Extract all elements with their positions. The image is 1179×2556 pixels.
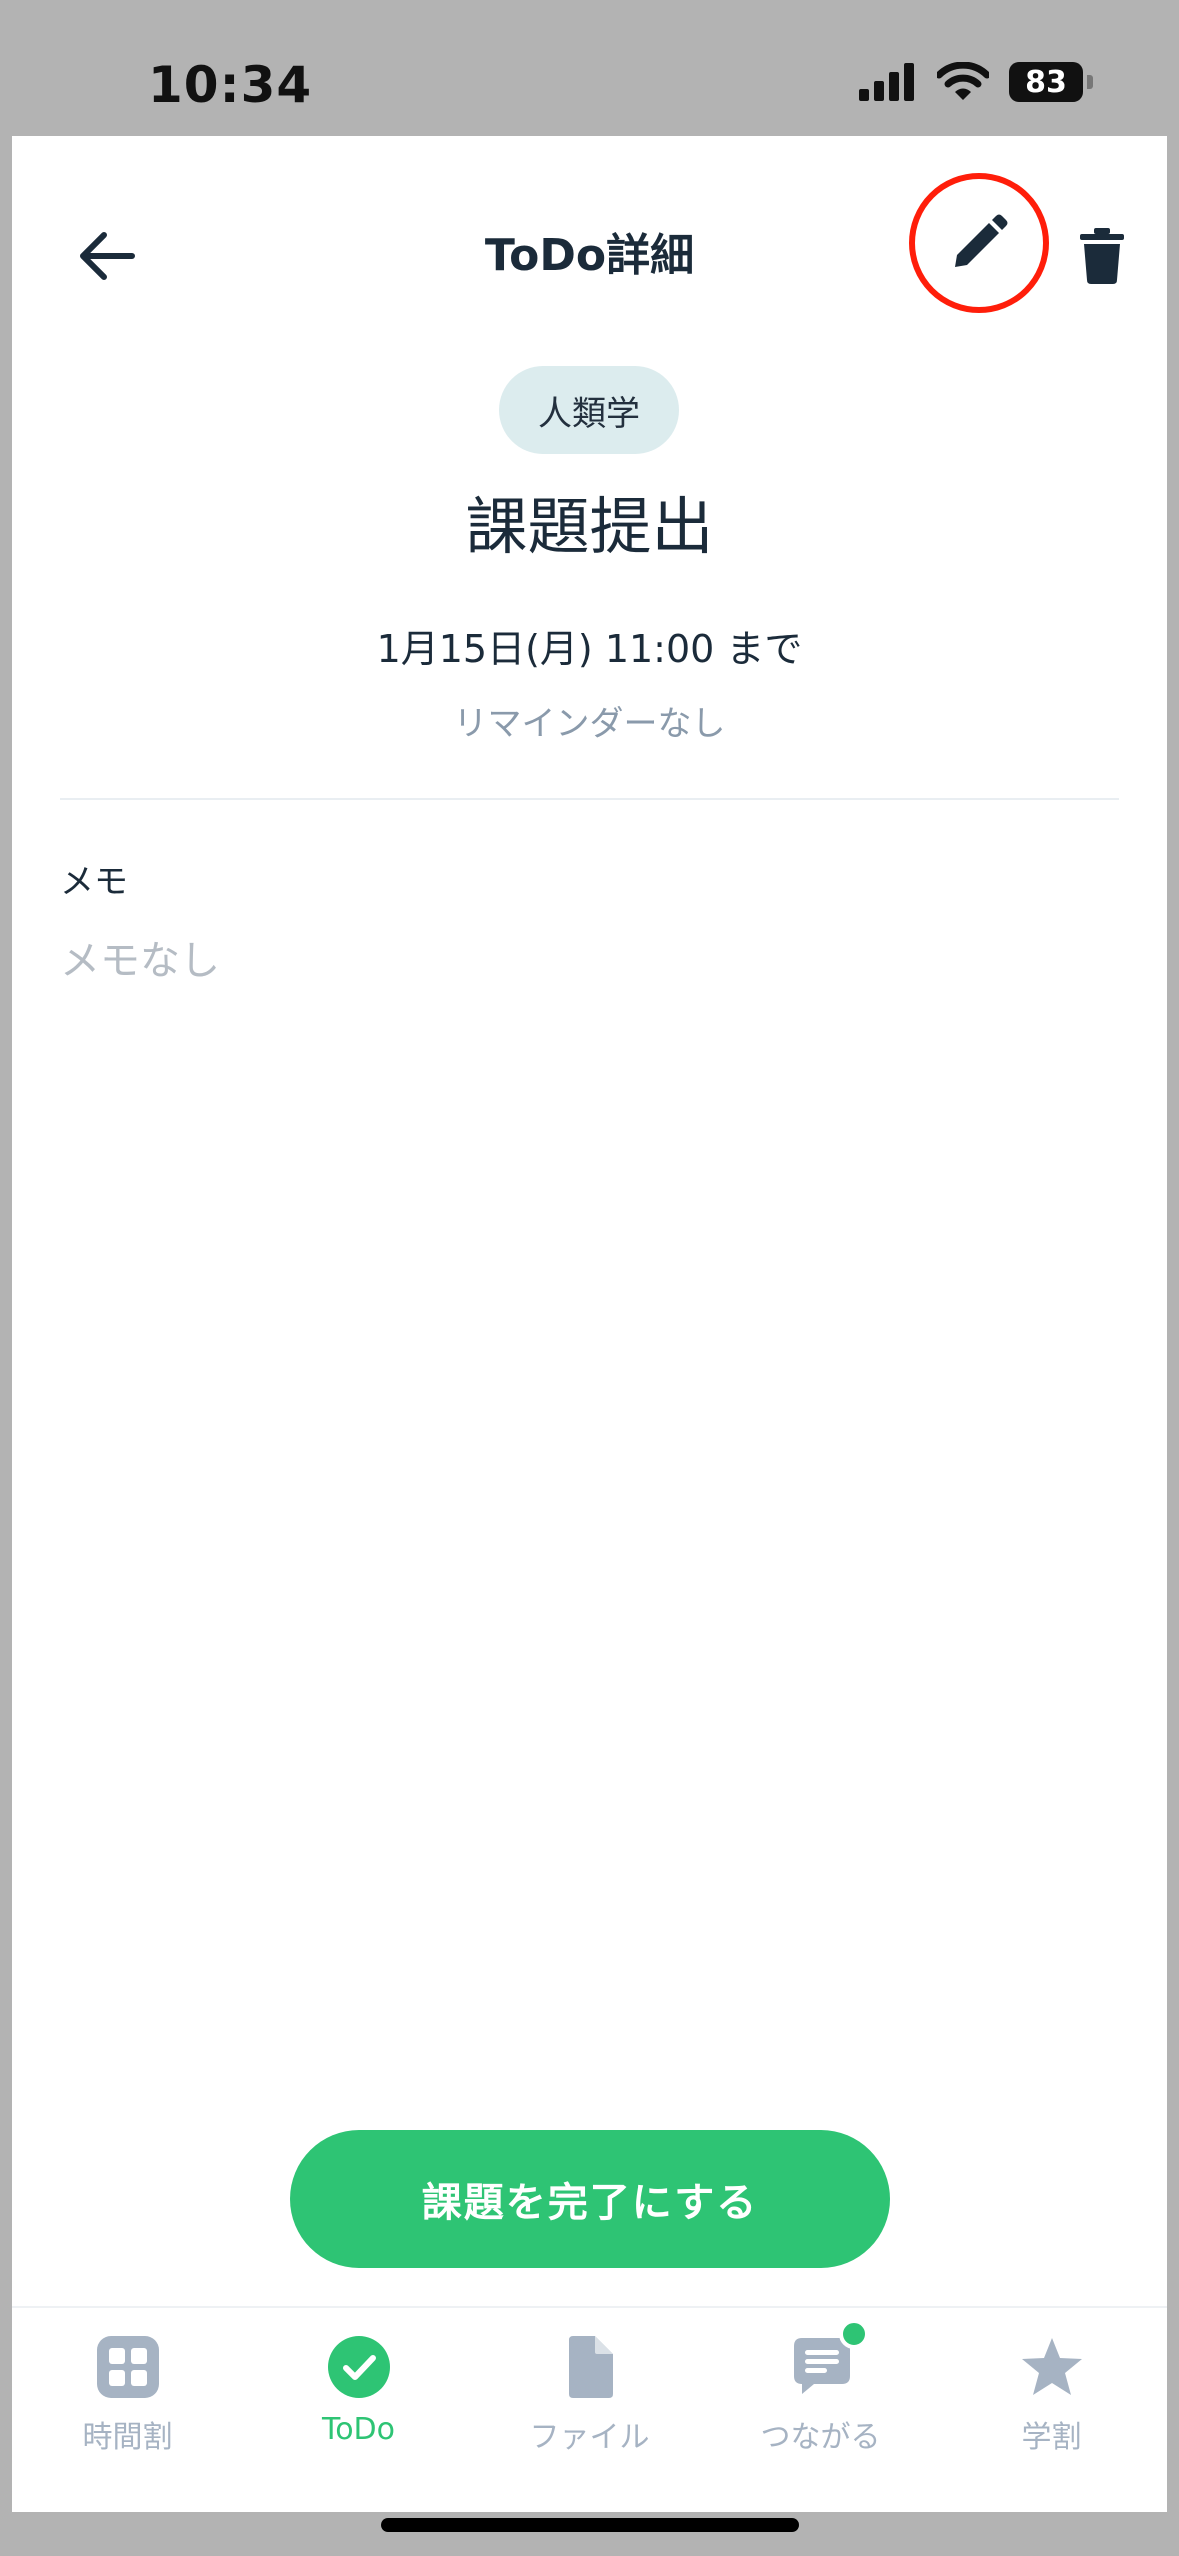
edit-button[interactable] [909,173,1049,313]
due-date: 1月15日(月) 11:00 まで [376,627,803,671]
tab-files[interactable]: ファイル [474,2308,705,2512]
cellular-signal-icon [859,63,914,101]
wifi-icon [937,62,989,100]
status-bar: 10:34 83 [0,0,1179,136]
tab-todo[interactable]: ToDo [243,2308,474,2512]
notification-badge [839,2319,869,2349]
battery-level: 83 [1025,64,1067,100]
memo-label: メモ [60,862,128,902]
status-time: 10:34 [148,56,313,114]
header: ToDo詳細 [12,136,1167,356]
delete-button[interactable] [1062,206,1142,306]
subject-tag: 人類学 [499,366,679,454]
todo-detail-screen: ToDo詳細 人類学 課題提出 1月15日(月) 11:00 まで リマインダー… [12,136,1167,2512]
tab-discounts[interactable]: 学割 [936,2308,1167,2512]
highlight-circle [909,173,1049,313]
battery-icon: 83 [1009,62,1093,102]
complete-task-button[interactable]: 課題を完了にする [290,2130,890,2268]
tab-label-timetable: 時間割 [82,2420,173,2455]
star-icon [1022,2338,1082,2395]
tab-label-connect: つながる [760,2420,881,2455]
reminder-status: リマインダーなし [453,704,726,744]
tab-timetable[interactable]: 時間割 [12,2308,243,2512]
check-circle-icon [328,2336,390,2398]
home-indicator [381,2518,799,2532]
tab-bar: 時間割 ToDo ファイル つながる 学割 [12,2306,1167,2512]
tab-label-todo: ToDo [321,2412,396,2447]
file-icon [569,2336,613,2398]
timetable-icon [97,2336,159,2398]
trash-icon [1080,228,1124,284]
tab-label-files: ファイル [529,2420,650,2455]
tab-connect[interactable]: つながる [705,2308,936,2512]
chat-icon [794,2319,869,2394]
memo-value: メモなし [60,938,220,984]
divider [60,798,1119,800]
task-title: 課題提出 [465,490,714,563]
tab-label-discounts: 学割 [1021,2420,1082,2455]
status-icons: 83 [859,62,1093,102]
